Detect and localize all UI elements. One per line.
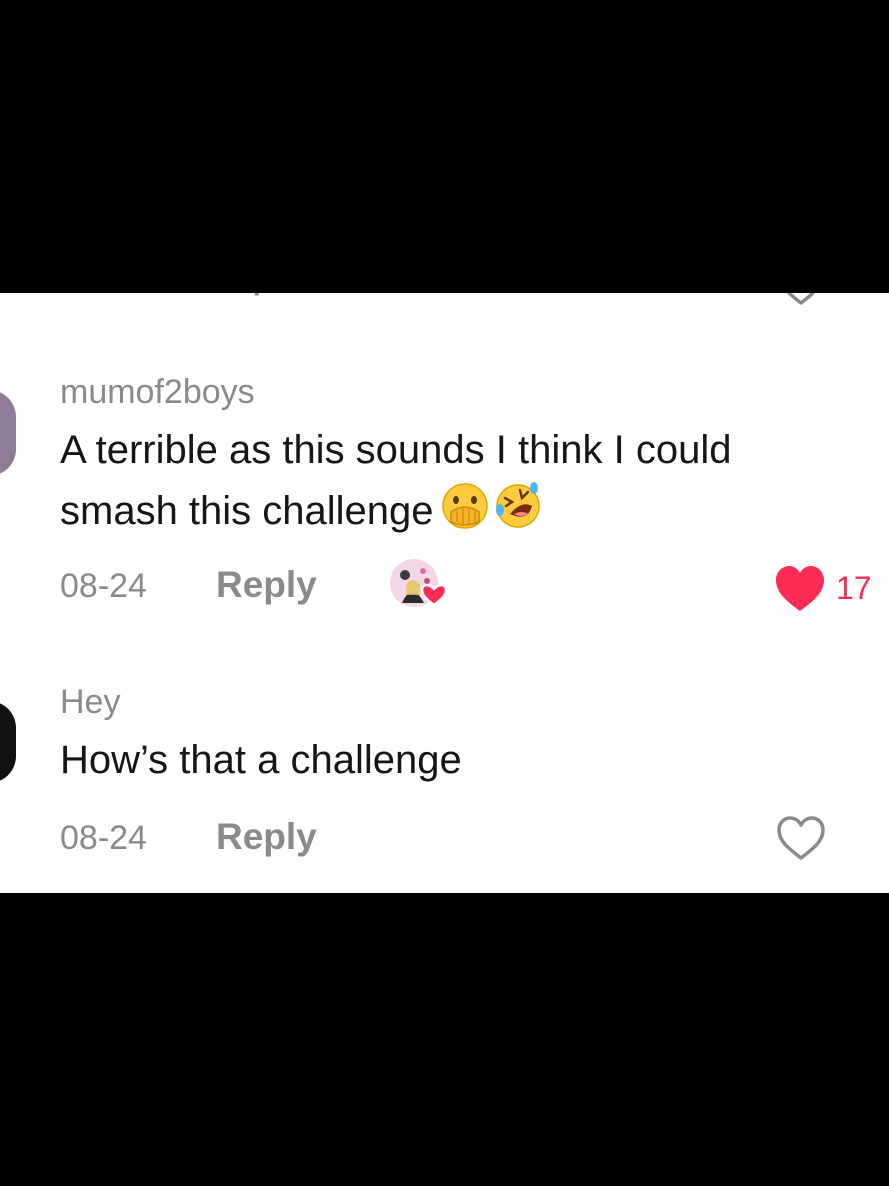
comment-text: How’s that a challenge [60,731,462,790]
comment-username[interactable]: Hey [60,683,120,722]
like-heart-filled-icon[interactable] [774,565,826,613]
creator-liked-avatar [388,557,450,616]
like-count: 17 [836,570,872,606]
commenter-avatar[interactable] [0,701,16,783]
comment-date: 08-24 [60,819,147,857]
commenter-avatar[interactable] [0,390,16,476]
face-with-hand-over-mouth-icon [441,483,488,529]
comment-text-line: How’s that a challenge [60,738,462,782]
comment-text: A terrible as this sounds I think I coul… [60,421,731,547]
previous-comment-like-icon[interactable] [779,293,823,307]
rolling-on-floor-laughing-icon [495,482,540,528]
reply-button[interactable]: Reply [216,564,317,606]
previous-comment-fragment: · [250,293,263,314]
creator-avatar-icon [390,559,448,607]
comment-text-line: smash this challenge [60,489,434,533]
comment-text-line: A terrible as this sounds I think I coul… [60,428,732,472]
comment-date: 08-24 [60,567,147,605]
comments-panel: · mumof2boys A terrible as this sounds I… [0,293,889,893]
reply-button[interactable]: Reply [216,816,317,858]
comment-username[interactable]: mumof2boys [60,373,255,412]
like-heart-outline-icon[interactable] [776,815,826,861]
